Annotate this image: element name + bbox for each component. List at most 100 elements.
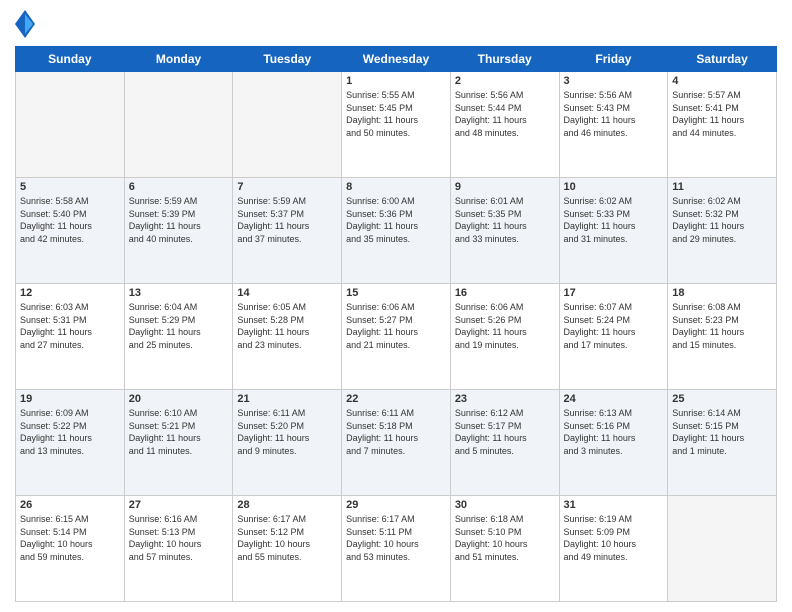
day-info: Sunrise: 6:05 AM Sunset: 5:28 PM Dayligh…: [237, 301, 337, 351]
calendar-cell: [233, 72, 342, 178]
weekday-row: SundayMondayTuesdayWednesdayThursdayFrid…: [16, 47, 777, 72]
header: [15, 10, 777, 38]
calendar-cell: 12 Sunrise: 6:03 AM Sunset: 5:31 PM Dayli…: [16, 284, 125, 390]
calendar-cell: 4 Sunrise: 5:57 AM Sunset: 5:41 PM Daylig…: [668, 72, 777, 178]
day-info: Sunrise: 6:06 AM Sunset: 5:27 PM Dayligh…: [346, 301, 446, 351]
day-number: 26: [20, 499, 120, 511]
day-number: 29: [346, 499, 446, 511]
day-info: Sunrise: 5:56 AM Sunset: 5:43 PM Dayligh…: [564, 89, 664, 139]
day-number: 24: [564, 393, 664, 405]
weekday-header-wednesday: Wednesday: [342, 47, 451, 72]
calendar-cell: [124, 72, 233, 178]
day-info: Sunrise: 6:16 AM Sunset: 5:13 PM Dayligh…: [129, 513, 229, 563]
day-number: 12: [20, 287, 120, 299]
week-row-4: 19 Sunrise: 6:09 AM Sunset: 5:22 PM Dayli…: [16, 390, 777, 496]
logo: [15, 10, 39, 38]
calendar-cell: 16Sunrise: 6:06 AM Sunset: 5:26 PM Dayli…: [450, 284, 559, 390]
day-number: 22: [346, 393, 446, 405]
week-row-3: 12 Sunrise: 6:03 AM Sunset: 5:31 PM Dayli…: [16, 284, 777, 390]
day-info: Sunrise: 6:10 AM Sunset: 5:21 PM Dayligh…: [129, 407, 229, 457]
day-info: Sunrise: 6:09 AM Sunset: 5:22 PM Dayligh…: [20, 407, 120, 457]
calendar-cell: 30 Sunrise: 6:18 AM Sunset: 5:10 PM Dayli…: [450, 496, 559, 602]
day-info: Sunrise: 6:11 AM Sunset: 5:20 PM Dayligh…: [237, 407, 337, 457]
calendar-body: 1 Sunrise: 5:55 AM Sunset: 5:45 PM Daylig…: [16, 72, 777, 602]
day-number: 17: [564, 287, 664, 299]
calendar-cell: 27 Sunrise: 6:16 AM Sunset: 5:13 PM Dayli…: [124, 496, 233, 602]
calendar-cell: 2Sunrise: 5:56 AM Sunset: 5:44 PM Daylig…: [450, 72, 559, 178]
day-info: Sunrise: 6:12 AM Sunset: 5:17 PM Dayligh…: [455, 407, 555, 457]
calendar-cell: 18Sunrise: 6:08 AM Sunset: 5:23 PM Dayli…: [668, 284, 777, 390]
day-number: 9: [455, 181, 555, 193]
week-row-2: 5Sunrise: 5:58 AM Sunset: 5:40 PM Daylig…: [16, 178, 777, 284]
calendar-cell: 14 Sunrise: 6:05 AM Sunset: 5:28 PM Dayli…: [233, 284, 342, 390]
calendar-cell: 3 Sunrise: 5:56 AM Sunset: 5:43 PM Daylig…: [559, 72, 668, 178]
day-number: 4: [672, 75, 772, 87]
weekday-header-saturday: Saturday: [668, 47, 777, 72]
calendar-cell: 6 Sunrise: 5:59 AM Sunset: 5:39 PM Daylig…: [124, 178, 233, 284]
day-info: Sunrise: 5:58 AM Sunset: 5:40 PM Dayligh…: [20, 195, 120, 245]
day-info: Sunrise: 6:04 AM Sunset: 5:29 PM Dayligh…: [129, 301, 229, 351]
calendar-cell: 20 Sunrise: 6:10 AM Sunset: 5:21 PM Dayli…: [124, 390, 233, 496]
day-info: Sunrise: 6:17 AM Sunset: 5:11 PM Dayligh…: [346, 513, 446, 563]
day-number: 21: [237, 393, 337, 405]
day-info: Sunrise: 5:55 AM Sunset: 5:45 PM Dayligh…: [346, 89, 446, 139]
calendar-cell: 21 Sunrise: 6:11 AM Sunset: 5:20 PM Dayli…: [233, 390, 342, 496]
calendar-cell: 15 Sunrise: 6:06 AM Sunset: 5:27 PM Dayli…: [342, 284, 451, 390]
weekday-header-monday: Monday: [124, 47, 233, 72]
calendar-cell: 5Sunrise: 5:58 AM Sunset: 5:40 PM Daylig…: [16, 178, 125, 284]
calendar-cell: 26Sunrise: 6:15 AM Sunset: 5:14 PM Dayli…: [16, 496, 125, 602]
calendar-cell: 22 Sunrise: 6:11 AM Sunset: 5:18 PM Dayli…: [342, 390, 451, 496]
calendar-cell: 9 Sunrise: 6:01 AM Sunset: 5:35 PM Daylig…: [450, 178, 559, 284]
calendar-cell: 23Sunrise: 6:12 AM Sunset: 5:17 PM Dayli…: [450, 390, 559, 496]
calendar-cell: [668, 496, 777, 602]
day-number: 15: [346, 287, 446, 299]
logo-icon: [15, 10, 35, 38]
day-number: 14: [237, 287, 337, 299]
day-info: Sunrise: 5:57 AM Sunset: 5:41 PM Dayligh…: [672, 89, 772, 139]
day-number: 30: [455, 499, 555, 511]
day-number: 3: [564, 75, 664, 87]
calendar-cell: 13 Sunrise: 6:04 AM Sunset: 5:29 PM Dayli…: [124, 284, 233, 390]
day-number: 25: [672, 393, 772, 405]
week-row-5: 26Sunrise: 6:15 AM Sunset: 5:14 PM Dayli…: [16, 496, 777, 602]
weekday-header-sunday: Sunday: [16, 47, 125, 72]
day-info: Sunrise: 5:59 AM Sunset: 5:39 PM Dayligh…: [129, 195, 229, 245]
calendar-header: SundayMondayTuesdayWednesdayThursdayFrid…: [16, 47, 777, 72]
day-info: Sunrise: 6:01 AM Sunset: 5:35 PM Dayligh…: [455, 195, 555, 245]
day-number: 13: [129, 287, 229, 299]
day-number: 27: [129, 499, 229, 511]
day-info: Sunrise: 6:02 AM Sunset: 5:33 PM Dayligh…: [564, 195, 664, 245]
day-number: 6: [129, 181, 229, 193]
day-info: Sunrise: 6:08 AM Sunset: 5:23 PM Dayligh…: [672, 301, 772, 351]
day-number: 31: [564, 499, 664, 511]
weekday-header-tuesday: Tuesday: [233, 47, 342, 72]
day-number: 11: [672, 181, 772, 193]
day-number: 1: [346, 75, 446, 87]
day-number: 8: [346, 181, 446, 193]
day-number: 19: [20, 393, 120, 405]
day-number: 10: [564, 181, 664, 193]
day-number: 7: [237, 181, 337, 193]
day-info: Sunrise: 6:07 AM Sunset: 5:24 PM Dayligh…: [564, 301, 664, 351]
week-row-1: 1 Sunrise: 5:55 AM Sunset: 5:45 PM Daylig…: [16, 72, 777, 178]
day-info: Sunrise: 5:59 AM Sunset: 5:37 PM Dayligh…: [237, 195, 337, 245]
day-info: Sunrise: 6:03 AM Sunset: 5:31 PM Dayligh…: [20, 301, 120, 351]
day-number: 2: [455, 75, 555, 87]
calendar-cell: [16, 72, 125, 178]
day-info: Sunrise: 6:17 AM Sunset: 5:12 PM Dayligh…: [237, 513, 337, 563]
calendar-cell: 31Sunrise: 6:19 AM Sunset: 5:09 PM Dayli…: [559, 496, 668, 602]
calendar-cell: 1 Sunrise: 5:55 AM Sunset: 5:45 PM Daylig…: [342, 72, 451, 178]
day-number: 16: [455, 287, 555, 299]
weekday-header-thursday: Thursday: [450, 47, 559, 72]
calendar-cell: 17 Sunrise: 6:07 AM Sunset: 5:24 PM Dayli…: [559, 284, 668, 390]
calendar-cell: 8Sunrise: 6:00 AM Sunset: 5:36 PM Daylig…: [342, 178, 451, 284]
calendar-cell: 19 Sunrise: 6:09 AM Sunset: 5:22 PM Dayli…: [16, 390, 125, 496]
page: SundayMondayTuesdayWednesdayThursdayFrid…: [0, 0, 792, 612]
day-info: Sunrise: 6:11 AM Sunset: 5:18 PM Dayligh…: [346, 407, 446, 457]
day-info: Sunrise: 6:13 AM Sunset: 5:16 PM Dayligh…: [564, 407, 664, 457]
day-number: 20: [129, 393, 229, 405]
calendar-cell: 25 Sunrise: 6:14 AM Sunset: 5:15 PM Dayli…: [668, 390, 777, 496]
day-info: Sunrise: 6:14 AM Sunset: 5:15 PM Dayligh…: [672, 407, 772, 457]
day-info: Sunrise: 6:18 AM Sunset: 5:10 PM Dayligh…: [455, 513, 555, 563]
day-number: 28: [237, 499, 337, 511]
